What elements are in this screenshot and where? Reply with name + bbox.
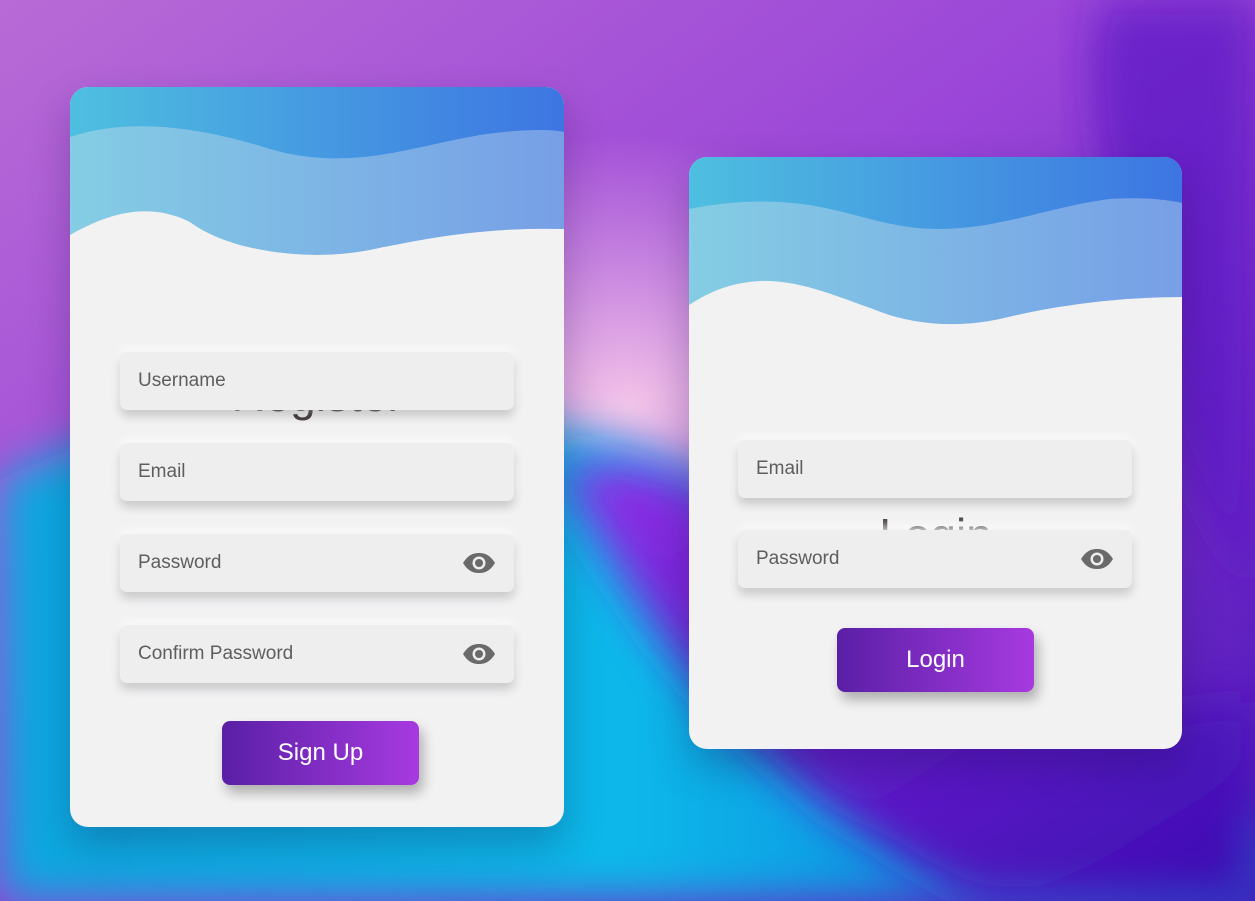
register-card: Register Sign Up [70, 87, 564, 827]
login-password-input[interactable] [738, 530, 1132, 588]
username-input[interactable] [120, 352, 514, 410]
email-field [120, 443, 514, 501]
eye-icon[interactable] [1080, 548, 1114, 570]
login-email-field [738, 440, 1132, 498]
login-card: Login Login [689, 157, 1182, 749]
login-password-field [738, 530, 1132, 588]
password-field [120, 534, 514, 592]
eye-icon[interactable] [462, 643, 496, 665]
username-field [120, 352, 514, 410]
eye-icon[interactable] [462, 552, 496, 574]
sign-up-button[interactable]: Sign Up [222, 721, 419, 785]
confirm-password-field [120, 625, 514, 683]
register-header-wave [70, 87, 564, 347]
confirm-password-input[interactable] [120, 625, 514, 683]
password-input[interactable] [120, 534, 514, 592]
email-input[interactable] [120, 443, 514, 501]
login-button[interactable]: Login [837, 628, 1034, 692]
login-email-input[interactable] [738, 440, 1132, 498]
login-header-wave [689, 157, 1182, 347]
